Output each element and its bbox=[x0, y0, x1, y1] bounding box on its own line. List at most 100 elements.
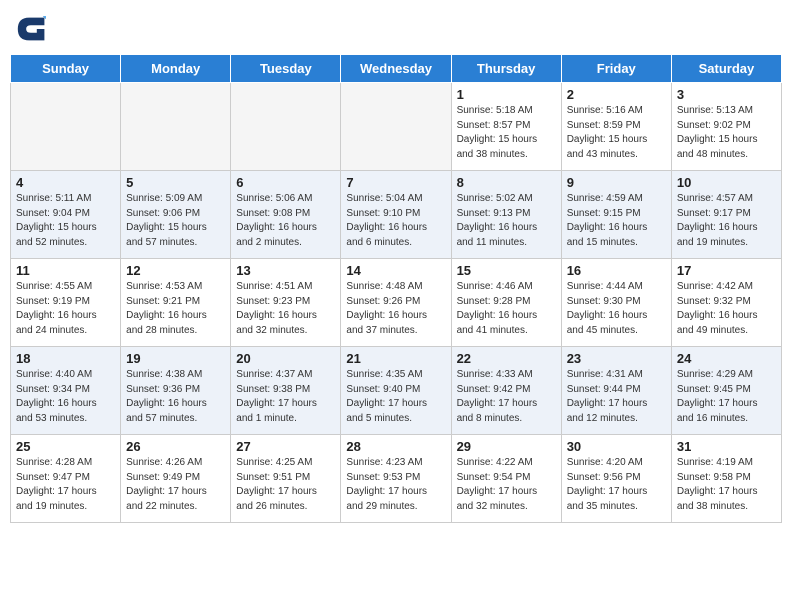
day-number: 12 bbox=[126, 263, 225, 278]
calendar-cell: 7 Sunrise: 5:04 AM Sunset: 9:10 PM Daylig… bbox=[341, 171, 451, 259]
day-info: Sunrise: 5:16 AM Sunset: 8:59 PM Dayligh… bbox=[567, 104, 666, 162]
calendar-cell bbox=[11, 83, 121, 171]
day-info: Sunrise: 4:22 AM Sunset: 9:54 PM Dayligh… bbox=[457, 456, 556, 514]
day-number: 30 bbox=[567, 439, 666, 454]
day-info: Sunrise: 5:04 AM Sunset: 9:10 PM Dayligh… bbox=[346, 192, 445, 250]
week-row-4: 18 Sunrise: 4:40 AM Sunset: 9:34 PM Dayli… bbox=[11, 347, 782, 435]
day-number: 17 bbox=[677, 263, 776, 278]
calendar-cell bbox=[121, 83, 231, 171]
day-number: 23 bbox=[567, 351, 666, 366]
calendar-cell: 19 Sunrise: 4:38 AM Sunset: 9:36 PM Dayli… bbox=[121, 347, 231, 435]
calendar-cell: 21Sunrise: 4:35 AM Sunset: 9:40 PM Dayli… bbox=[341, 347, 451, 435]
week-row-5: 25Sunrise: 4:28 AM Sunset: 9:47 PM Dayli… bbox=[11, 435, 782, 523]
calendar-cell: 25Sunrise: 4:28 AM Sunset: 9:47 PM Dayli… bbox=[11, 435, 121, 523]
calendar-cell: 2 Sunrise: 5:16 AM Sunset: 8:59 PM Daylig… bbox=[561, 83, 671, 171]
calendar-cell: 20 Sunrise: 4:37 AM Sunset: 9:38 PM Dayli… bbox=[231, 347, 341, 435]
weekday-header-row: SundayMondayTuesdayWednesdayThursdayFrid… bbox=[11, 55, 782, 83]
calendar-cell: 17Sunrise: 4:42 AM Sunset: 9:32 PM Dayli… bbox=[671, 259, 781, 347]
day-info: Sunrise: 4:29 AM Sunset: 9:45 PM Dayligh… bbox=[677, 368, 776, 426]
calendar-cell: 30 Sunrise: 4:20 AM Sunset: 9:56 PM Dayli… bbox=[561, 435, 671, 523]
day-info: Sunrise: 5:18 AM Sunset: 8:57 PM Dayligh… bbox=[457, 104, 556, 162]
calendar-cell: 1 Sunrise: 5:18 AM Sunset: 8:57 PM Daylig… bbox=[451, 83, 561, 171]
calendar-cell: 5 Sunrise: 5:09 AM Sunset: 9:06 PM Daylig… bbox=[121, 171, 231, 259]
day-info: Sunrise: 4:35 AM Sunset: 9:40 PM Dayligh… bbox=[346, 368, 445, 426]
day-info: Sunrise: 4:46 AM Sunset: 9:28 PM Dayligh… bbox=[457, 280, 556, 338]
day-info: Sunrise: 4:33 AM Sunset: 9:42 PM Dayligh… bbox=[457, 368, 556, 426]
calendar-cell: 24 Sunrise: 4:29 AM Sunset: 9:45 PM Dayli… bbox=[671, 347, 781, 435]
week-row-3: 11 Sunrise: 4:55 AM Sunset: 9:19 PM Dayli… bbox=[11, 259, 782, 347]
day-info: Sunrise: 4:38 AM Sunset: 9:36 PM Dayligh… bbox=[126, 368, 225, 426]
calendar-cell: 27Sunrise: 4:25 AM Sunset: 9:51 PM Dayli… bbox=[231, 435, 341, 523]
day-info: Sunrise: 5:02 AM Sunset: 9:13 PM Dayligh… bbox=[457, 192, 556, 250]
calendar-cell: 11 Sunrise: 4:55 AM Sunset: 9:19 PM Dayli… bbox=[11, 259, 121, 347]
weekday-header-thursday: Thursday bbox=[451, 55, 561, 83]
day-number: 4 bbox=[16, 175, 115, 190]
day-number: 26 bbox=[126, 439, 225, 454]
day-number: 31 bbox=[677, 439, 776, 454]
day-number: 7 bbox=[346, 175, 445, 190]
day-info: Sunrise: 4:19 AM Sunset: 9:58 PM Dayligh… bbox=[677, 456, 776, 514]
calendar-cell: 12Sunrise: 4:53 AM Sunset: 9:21 PM Dayli… bbox=[121, 259, 231, 347]
week-row-2: 4 Sunrise: 5:11 AM Sunset: 9:04 PM Daylig… bbox=[11, 171, 782, 259]
logo bbox=[14, 10, 54, 48]
calendar-cell: 15Sunrise: 4:46 AM Sunset: 9:28 PM Dayli… bbox=[451, 259, 561, 347]
day-number: 20 bbox=[236, 351, 335, 366]
day-info: Sunrise: 4:57 AM Sunset: 9:17 PM Dayligh… bbox=[677, 192, 776, 250]
day-number: 10 bbox=[677, 175, 776, 190]
day-number: 6 bbox=[236, 175, 335, 190]
day-number: 9 bbox=[567, 175, 666, 190]
calendar-cell: 16 Sunrise: 4:44 AM Sunset: 9:30 PM Dayli… bbox=[561, 259, 671, 347]
day-info: Sunrise: 4:37 AM Sunset: 9:38 PM Dayligh… bbox=[236, 368, 335, 426]
calendar-table: SundayMondayTuesdayWednesdayThursdayFrid… bbox=[10, 54, 782, 523]
weekday-header-wednesday: Wednesday bbox=[341, 55, 451, 83]
calendar-cell: 23 Sunrise: 4:31 AM Sunset: 9:44 PM Dayli… bbox=[561, 347, 671, 435]
day-number: 28 bbox=[346, 439, 445, 454]
day-info: Sunrise: 4:40 AM Sunset: 9:34 PM Dayligh… bbox=[16, 368, 115, 426]
calendar-cell: 3 Sunrise: 5:13 AM Sunset: 9:02 PM Daylig… bbox=[671, 83, 781, 171]
weekday-header-friday: Friday bbox=[561, 55, 671, 83]
day-number: 24 bbox=[677, 351, 776, 366]
calendar-cell: 6 Sunrise: 5:06 AM Sunset: 9:08 PM Daylig… bbox=[231, 171, 341, 259]
day-number: 3 bbox=[677, 87, 776, 102]
day-info: Sunrise: 4:51 AM Sunset: 9:23 PM Dayligh… bbox=[236, 280, 335, 338]
calendar-cell bbox=[231, 83, 341, 171]
day-info: Sunrise: 4:59 AM Sunset: 9:15 PM Dayligh… bbox=[567, 192, 666, 250]
day-number: 1 bbox=[457, 87, 556, 102]
day-info: Sunrise: 4:20 AM Sunset: 9:56 PM Dayligh… bbox=[567, 456, 666, 514]
day-info: Sunrise: 5:06 AM Sunset: 9:08 PM Dayligh… bbox=[236, 192, 335, 250]
day-number: 29 bbox=[457, 439, 556, 454]
day-info: Sunrise: 4:25 AM Sunset: 9:51 PM Dayligh… bbox=[236, 456, 335, 514]
weekday-header-saturday: Saturday bbox=[671, 55, 781, 83]
weekday-header-monday: Monday bbox=[121, 55, 231, 83]
day-number: 16 bbox=[567, 263, 666, 278]
day-info: Sunrise: 5:11 AM Sunset: 9:04 PM Dayligh… bbox=[16, 192, 115, 250]
day-number: 19 bbox=[126, 351, 225, 366]
day-number: 2 bbox=[567, 87, 666, 102]
day-number: 5 bbox=[126, 175, 225, 190]
day-info: Sunrise: 5:09 AM Sunset: 9:06 PM Dayligh… bbox=[126, 192, 225, 250]
calendar-cell bbox=[341, 83, 451, 171]
day-number: 13 bbox=[236, 263, 335, 278]
day-number: 11 bbox=[16, 263, 115, 278]
day-number: 18 bbox=[16, 351, 115, 366]
calendar-cell: 31 Sunrise: 4:19 AM Sunset: 9:58 PM Dayli… bbox=[671, 435, 781, 523]
weekday-header-tuesday: Tuesday bbox=[231, 55, 341, 83]
day-number: 14 bbox=[346, 263, 445, 278]
calendar-cell: 9 Sunrise: 4:59 AM Sunset: 9:15 PM Daylig… bbox=[561, 171, 671, 259]
day-number: 22 bbox=[457, 351, 556, 366]
calendar-cell: 26Sunrise: 4:26 AM Sunset: 9:49 PM Dayli… bbox=[121, 435, 231, 523]
calendar-cell: 10 Sunrise: 4:57 AM Sunset: 9:17 PM Dayli… bbox=[671, 171, 781, 259]
calendar-cell: 18 Sunrise: 4:40 AM Sunset: 9:34 PM Dayli… bbox=[11, 347, 121, 435]
day-info: Sunrise: 5:13 AM Sunset: 9:02 PM Dayligh… bbox=[677, 104, 776, 162]
weekday-header-sunday: Sunday bbox=[11, 55, 121, 83]
logo-icon bbox=[14, 10, 52, 48]
day-number: 8 bbox=[457, 175, 556, 190]
calendar-cell: 22 Sunrise: 4:33 AM Sunset: 9:42 PM Dayli… bbox=[451, 347, 561, 435]
day-info: Sunrise: 4:44 AM Sunset: 9:30 PM Dayligh… bbox=[567, 280, 666, 338]
page-header bbox=[10, 10, 782, 48]
calendar-cell: 13 Sunrise: 4:51 AM Sunset: 9:23 PM Dayli… bbox=[231, 259, 341, 347]
day-info: Sunrise: 4:55 AM Sunset: 9:19 PM Dayligh… bbox=[16, 280, 115, 338]
day-info: Sunrise: 4:31 AM Sunset: 9:44 PM Dayligh… bbox=[567, 368, 666, 426]
calendar-cell: 29 Sunrise: 4:22 AM Sunset: 9:54 PM Dayli… bbox=[451, 435, 561, 523]
day-info: Sunrise: 4:28 AM Sunset: 9:47 PM Dayligh… bbox=[16, 456, 115, 514]
